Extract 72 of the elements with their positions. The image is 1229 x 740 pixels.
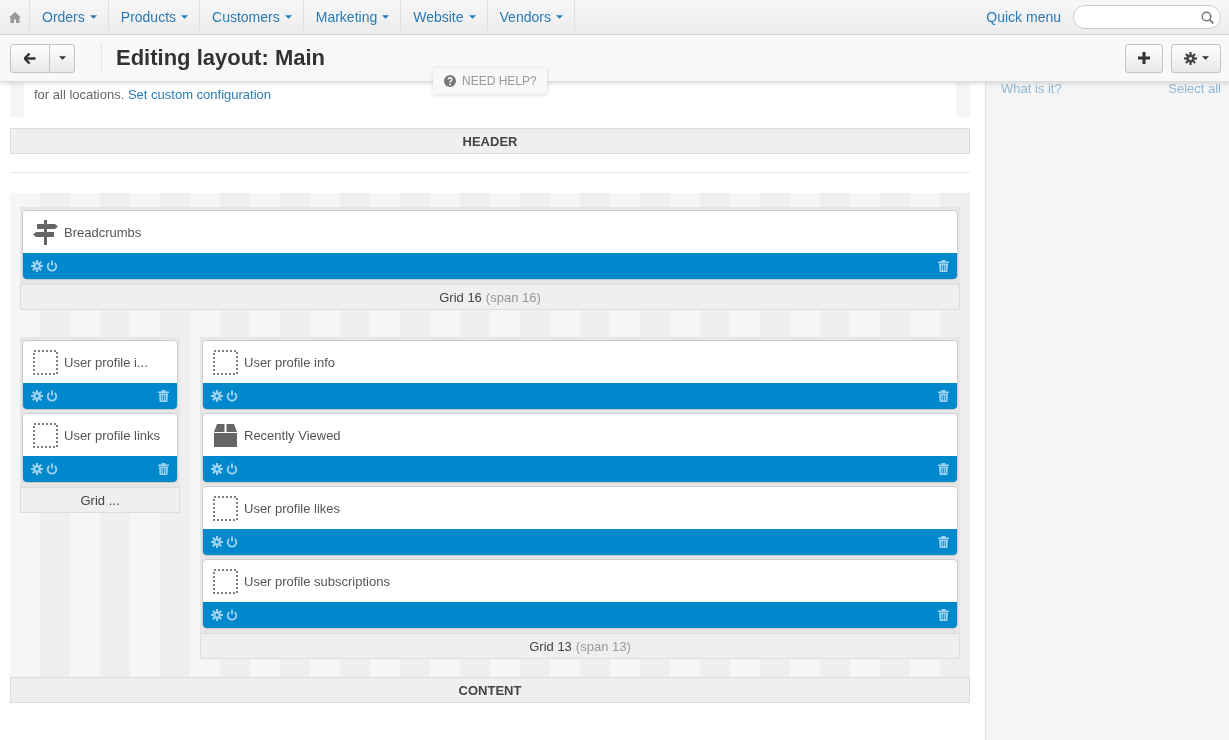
box-icon — [213, 422, 238, 448]
nav-menu-item[interactable]: Marketing — [303, 0, 402, 34]
search-field[interactable] — [1073, 5, 1221, 29]
placeholder-icon — [33, 349, 58, 375]
placeholder-icon — [213, 349, 238, 375]
search-icon — [1201, 10, 1214, 24]
power-icon[interactable] — [226, 463, 238, 475]
arrow-left-icon — [24, 52, 36, 64]
settings-icon[interactable] — [211, 390, 223, 402]
grid-title: Grid 13 — [529, 638, 572, 654]
quick-menu-link[interactable]: Quick menu — [986, 9, 1061, 25]
caret-icon — [181, 15, 189, 19]
settings-icon[interactable] — [31, 260, 43, 272]
settings-icon[interactable] — [31, 390, 43, 402]
nav-menu-item[interactable]: Website — [401, 0, 488, 34]
block-name: Recently Viewed — [244, 427, 341, 443]
trash-icon[interactable] — [938, 609, 949, 621]
block-name: User profile subscriptions — [244, 573, 390, 589]
block-name: User profile likes — [244, 500, 341, 516]
power-icon[interactable] — [226, 609, 238, 621]
placeholder-icon — [33, 422, 58, 448]
settings-button[interactable] — [1171, 43, 1221, 73]
settings-icon[interactable] — [211, 609, 223, 621]
block-name: User profile links — [64, 427, 161, 443]
placeholder-icon — [213, 568, 238, 594]
settings-icon[interactable] — [211, 536, 223, 548]
grid-span: (span 13) — [575, 638, 631, 654]
grid-span: (span 16) — [485, 289, 541, 305]
power-icon[interactable] — [46, 260, 58, 272]
trash-icon[interactable] — [158, 463, 169, 475]
help-button[interactable]: NEED HELP? — [433, 68, 547, 94]
caret-icon — [89, 15, 97, 19]
trash-icon[interactable] — [938, 260, 949, 272]
power-icon[interactable] — [226, 390, 238, 402]
plus-icon — [1138, 52, 1150, 64]
nav-menu-item[interactable]: Customers — [200, 0, 304, 34]
caret-icon — [382, 15, 390, 19]
help-icon — [444, 75, 456, 87]
add-button[interactable] — [1125, 43, 1163, 73]
grid-title: Grid 16 — [439, 289, 482, 305]
trash-icon[interactable] — [938, 390, 949, 402]
home-icon — [8, 11, 21, 23]
notice-text: for all locations. — [34, 87, 126, 102]
back-button[interactable] — [10, 43, 50, 73]
signpost-icon — [33, 219, 58, 245]
dropdown-button[interactable] — [50, 43, 75, 73]
settings-icon — [1183, 51, 1197, 65]
caret-icon — [1201, 56, 1209, 60]
block-name: User profile i... — [64, 354, 148, 370]
block-name: Breadcrumbs — [64, 224, 142, 240]
nav-menu-item[interactable]: Vendors — [487, 0, 575, 34]
container-title: HEADER — [10, 128, 970, 154]
caret-icon — [468, 15, 476, 19]
caret-icon — [555, 15, 563, 19]
placeholder-icon — [213, 495, 238, 521]
power-icon[interactable] — [46, 463, 58, 475]
custom-config-link[interactable]: Set custom configuration — [127, 87, 271, 102]
settings-icon[interactable] — [31, 463, 43, 475]
power-icon[interactable] — [226, 536, 238, 548]
power-icon[interactable] — [46, 390, 58, 402]
trash-icon[interactable] — [938, 536, 949, 548]
container-title: CONTENT — [10, 677, 970, 703]
nav-menu-item[interactable]: Orders — [30, 0, 109, 34]
nav-menu-item[interactable]: Products — [108, 0, 201, 34]
page-title: Editing layout: Main — [116, 45, 325, 71]
caret-icon — [58, 56, 66, 60]
trash-icon[interactable] — [938, 463, 949, 475]
grid-title: Grid ... — [80, 492, 120, 508]
caret-icon — [284, 15, 292, 19]
block-name: User profile info — [244, 354, 336, 370]
settings-icon[interactable] — [211, 463, 223, 475]
trash-icon[interactable] — [158, 390, 169, 402]
